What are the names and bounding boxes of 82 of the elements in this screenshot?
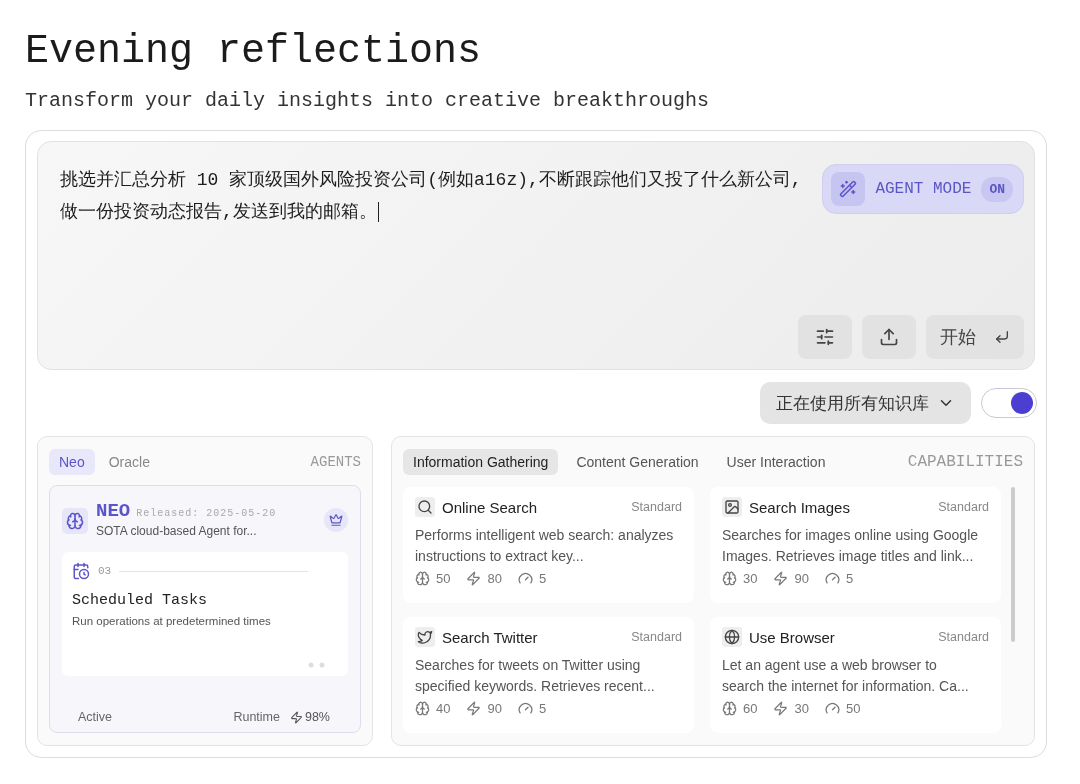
start-button[interactable]: 开始 <box>926 315 1024 359</box>
capability-level-label: Standard <box>631 630 682 644</box>
magic-wand-icon <box>831 172 866 206</box>
gauge-icon <box>517 701 533 716</box>
page-title: Evening reflections <box>25 28 483 76</box>
stat-value: 5 <box>845 571 854 586</box>
agents-heading: AGENTS <box>310 454 361 470</box>
brain-icon <box>415 571 430 586</box>
upload-button[interactable] <box>862 315 916 359</box>
bird-icon <box>415 627 435 647</box>
gauge-icon <box>824 571 840 586</box>
agent-description: SOTA cloud-based Agent for... <box>96 524 258 538</box>
knowledge-dropdown[interactable]: 正在使用所有知识库 <box>760 382 971 424</box>
capability-level-label: Standard <box>938 500 989 514</box>
capability-card[interactable]: Search Twitter Standard Searches for tweets on Twitter using specified keywords. Retrieves recent... 40 90 5 <box>403 617 694 733</box>
page-subtitle: Transform your daily insights into creative breakthroughs <box>25 88 711 114</box>
agent-status: Active <box>78 710 113 724</box>
crown-icon <box>324 508 348 532</box>
capability-description: Performs intelligent web search: analyzes instructions to extract key... <box>415 526 675 566</box>
search-icon <box>415 497 435 517</box>
feature-description: Run operations at predetermined times <box>72 615 272 627</box>
agent-name: NEO <box>96 500 131 522</box>
stat-value: 40 <box>436 701 451 716</box>
capability-title: Use Browser <box>749 628 835 646</box>
capability-tab[interactable]: Information Gathering <box>403 449 559 475</box>
calendar-clock-icon <box>72 562 90 580</box>
release-date: Released: 2025-05-20 <box>136 508 277 519</box>
upload-icon <box>879 327 899 347</box>
capability-tab[interactable]: User Interaction <box>716 449 836 475</box>
enter-icon <box>994 329 1010 345</box>
sliders-icon <box>815 327 835 347</box>
stat-value: 60 <box>743 701 758 716</box>
runtime-percent: 98% <box>304 710 330 724</box>
capabilities-heading: CAPABILITIES <box>907 453 1023 471</box>
brain-icon <box>415 701 430 716</box>
pagination-dots[interactable] <box>308 662 326 668</box>
stat-value: 5 <box>538 571 547 586</box>
capability-card[interactable]: Search Images Standard Searches for images online using Google Images. Retrieves image titles and link... 30 90 5 <box>710 487 1001 603</box>
stat-value: 50 <box>436 571 451 586</box>
globe-icon <box>722 627 742 647</box>
stat-value: 30 <box>743 571 758 586</box>
capability-card[interactable]: Use Browser Standard Let an agent use a web browser to search the internet for information. Ca... 60 30 50 <box>710 617 1001 733</box>
agent-card[interactable]: NEO Released: 2025-05-20 SOTA cloud-based Agent for... 03 Scheduled Tasks Run operations at predetermined times Active Runtime 98% <box>49 485 361 733</box>
settings-button[interactable] <box>798 315 852 359</box>
feature-number: 03 <box>98 565 112 577</box>
capability-description: Searches for tweets on Twitter using specified keywords. Retrieves recent... <box>415 656 656 696</box>
prompt-field[interactable]: 挑选并汇总分析 10 家顶级国外风险投资公司(例如a16z),不断跟踪他们又投了什么新公司,做一份投资动态报告,发送到我的邮箱。 AGENT MODE ON 开始 <box>37 141 1035 370</box>
capability-level-label: Standard <box>938 630 989 644</box>
stat-value: 30 <box>794 701 809 716</box>
capability-title: Search Images <box>749 498 850 516</box>
gauge-icon <box>517 571 533 586</box>
lightning-icon <box>773 701 789 716</box>
feature-title: Scheduled Tasks <box>72 592 209 609</box>
stat-value: 90 <box>794 571 809 586</box>
stat-value: 5 <box>538 701 547 716</box>
capability-tab[interactable]: Content Generation <box>566 449 709 475</box>
knowledge-switch[interactable] <box>981 388 1037 418</box>
capability-description: Let an agent use a web browser to search the internet for information. Ca... <box>722 656 970 696</box>
stat-value: 90 <box>487 701 502 716</box>
lightning-icon <box>466 571 482 586</box>
brain-icon <box>722 571 737 586</box>
agent-tab[interactable]: Neo <box>49 449 95 475</box>
agent-mode-toggle[interactable]: AGENT MODE ON <box>822 164 1024 214</box>
capability-card[interactable]: Online Search Standard Performs intelligent web search: analyzes instructions to extract key... 50 80 5 <box>403 487 694 603</box>
gauge-icon <box>824 701 840 716</box>
lightning-icon <box>466 701 482 716</box>
capability-level-label: Standard <box>631 500 682 514</box>
brain-icon <box>62 508 88 534</box>
lightning-icon <box>289 710 303 724</box>
capability-title: Search Twitter <box>442 628 538 646</box>
stat-value: 80 <box>487 571 502 586</box>
scrollbar[interactable] <box>1011 487 1015 642</box>
agent-tab[interactable]: Oracle <box>98 449 160 475</box>
runtime-label: Runtime <box>233 710 280 724</box>
brain-icon <box>722 701 737 716</box>
image-icon <box>722 497 742 517</box>
stat-value: 50 <box>845 701 861 716</box>
capability-title: Online Search <box>442 498 538 516</box>
agent-mode-label: AGENT MODE <box>875 180 972 198</box>
agent-mode-state: ON <box>981 176 1013 202</box>
lightning-icon <box>773 571 789 586</box>
capability-description: Searches for images online using Google Images. Retrieves image titles and link... <box>722 526 980 566</box>
